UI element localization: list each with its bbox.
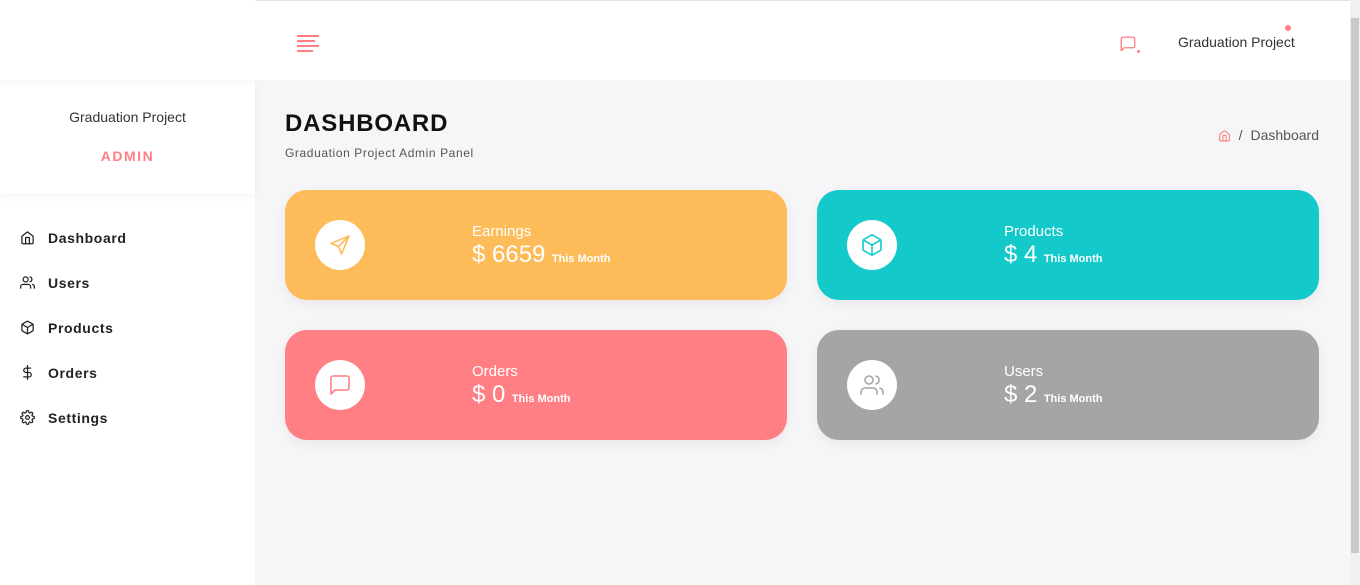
sidebar-item-products[interactable]: Products [0, 305, 255, 350]
card-amount: $ 4 [1004, 241, 1038, 268]
card-period: This Month [1043, 393, 1103, 405]
card-value: $ 0 This Month [472, 381, 570, 409]
page-title: DASHBOARD [285, 110, 449, 137]
messages-button[interactable] [1119, 35, 1137, 53]
gear-icon [20, 410, 35, 425]
card-icon-circle [315, 360, 365, 410]
users-icon [860, 375, 884, 395]
dollar-icon [23, 365, 32, 380]
sidebar-item-dashboard[interactable]: Dashboard [0, 215, 255, 260]
breadcrumb-separator: / [1238, 127, 1243, 143]
top-header: Graduation Project [255, 0, 1350, 80]
card-period: This Month [1043, 253, 1103, 265]
box-icon [21, 320, 34, 335]
box-icon [862, 234, 882, 256]
sidebar-nav: Dashboard Users Products Orders Settings [0, 215, 255, 440]
profile-panel: Graduation Project ADMIN [0, 86, 255, 194]
user-status-dot [1285, 25, 1291, 31]
card-icon-circle [847, 220, 897, 270]
home-icon [21, 231, 34, 245]
sidebar-item-label: Dashboard [48, 229, 127, 246]
users-card: Users $ 2 This Month [817, 330, 1319, 440]
menu-lines-icon [297, 35, 319, 37]
sidebar-item-label: Settings [48, 409, 109, 426]
profile-name: Graduation Project [69, 109, 186, 125]
message-icon [1120, 36, 1136, 52]
sidebar-item-settings[interactable]: Settings [0, 395, 255, 440]
card-amount: $ 6659 [472, 241, 546, 268]
products-card: Products $ 4 This Month [817, 190, 1319, 300]
card-value: $ 6659 This Month [472, 241, 611, 269]
card-period: This Month [511, 393, 571, 405]
menu-toggle-button[interactable] [297, 35, 319, 52]
profile-role: ADMIN [100, 148, 155, 164]
home-icon[interactable] [1218, 129, 1231, 142]
users-icon [20, 276, 35, 289]
card-amount: $ 2 [1004, 381, 1038, 408]
sidebar: Graduation Project ADMIN Dashboard Users… [0, 0, 255, 585]
card-value: $ 4 This Month [1004, 241, 1102, 269]
card-label: Earnings [472, 223, 532, 240]
sidebar-item-label: Products [48, 319, 114, 336]
card-value: $ 2 This Month [1004, 381, 1102, 409]
send-icon [330, 235, 350, 255]
header-user-name[interactable]: Graduation Project [1178, 34, 1295, 50]
card-label: Products [1004, 223, 1064, 240]
sidebar-item-users[interactable]: Users [0, 260, 255, 305]
breadcrumb: / Dashboard [1218, 127, 1319, 143]
card-amount: $ 0 [472, 381, 506, 408]
sidebar-item-label: Orders [48, 364, 98, 381]
logo-area [0, 0, 255, 80]
page-subtitle: Graduation Project Admin Panel [285, 146, 474, 160]
card-label: Users [1004, 363, 1044, 380]
card-label: Orders [472, 363, 518, 380]
earnings-card: Earnings $ 6659 This Month [285, 190, 787, 300]
message-notification-dot [1137, 50, 1140, 53]
card-icon-circle [315, 220, 365, 270]
sidebar-item-orders[interactable]: Orders [0, 350, 255, 395]
orders-card: Orders $ 0 This Month [285, 330, 787, 440]
scrollbar-thumb[interactable] [1351, 18, 1359, 553]
card-icon-circle [847, 360, 897, 410]
card-period: This Month [551, 253, 611, 265]
breadcrumb-current: Dashboard [1250, 127, 1320, 143]
sidebar-item-label: Users [48, 274, 90, 291]
message-icon [330, 375, 350, 395]
